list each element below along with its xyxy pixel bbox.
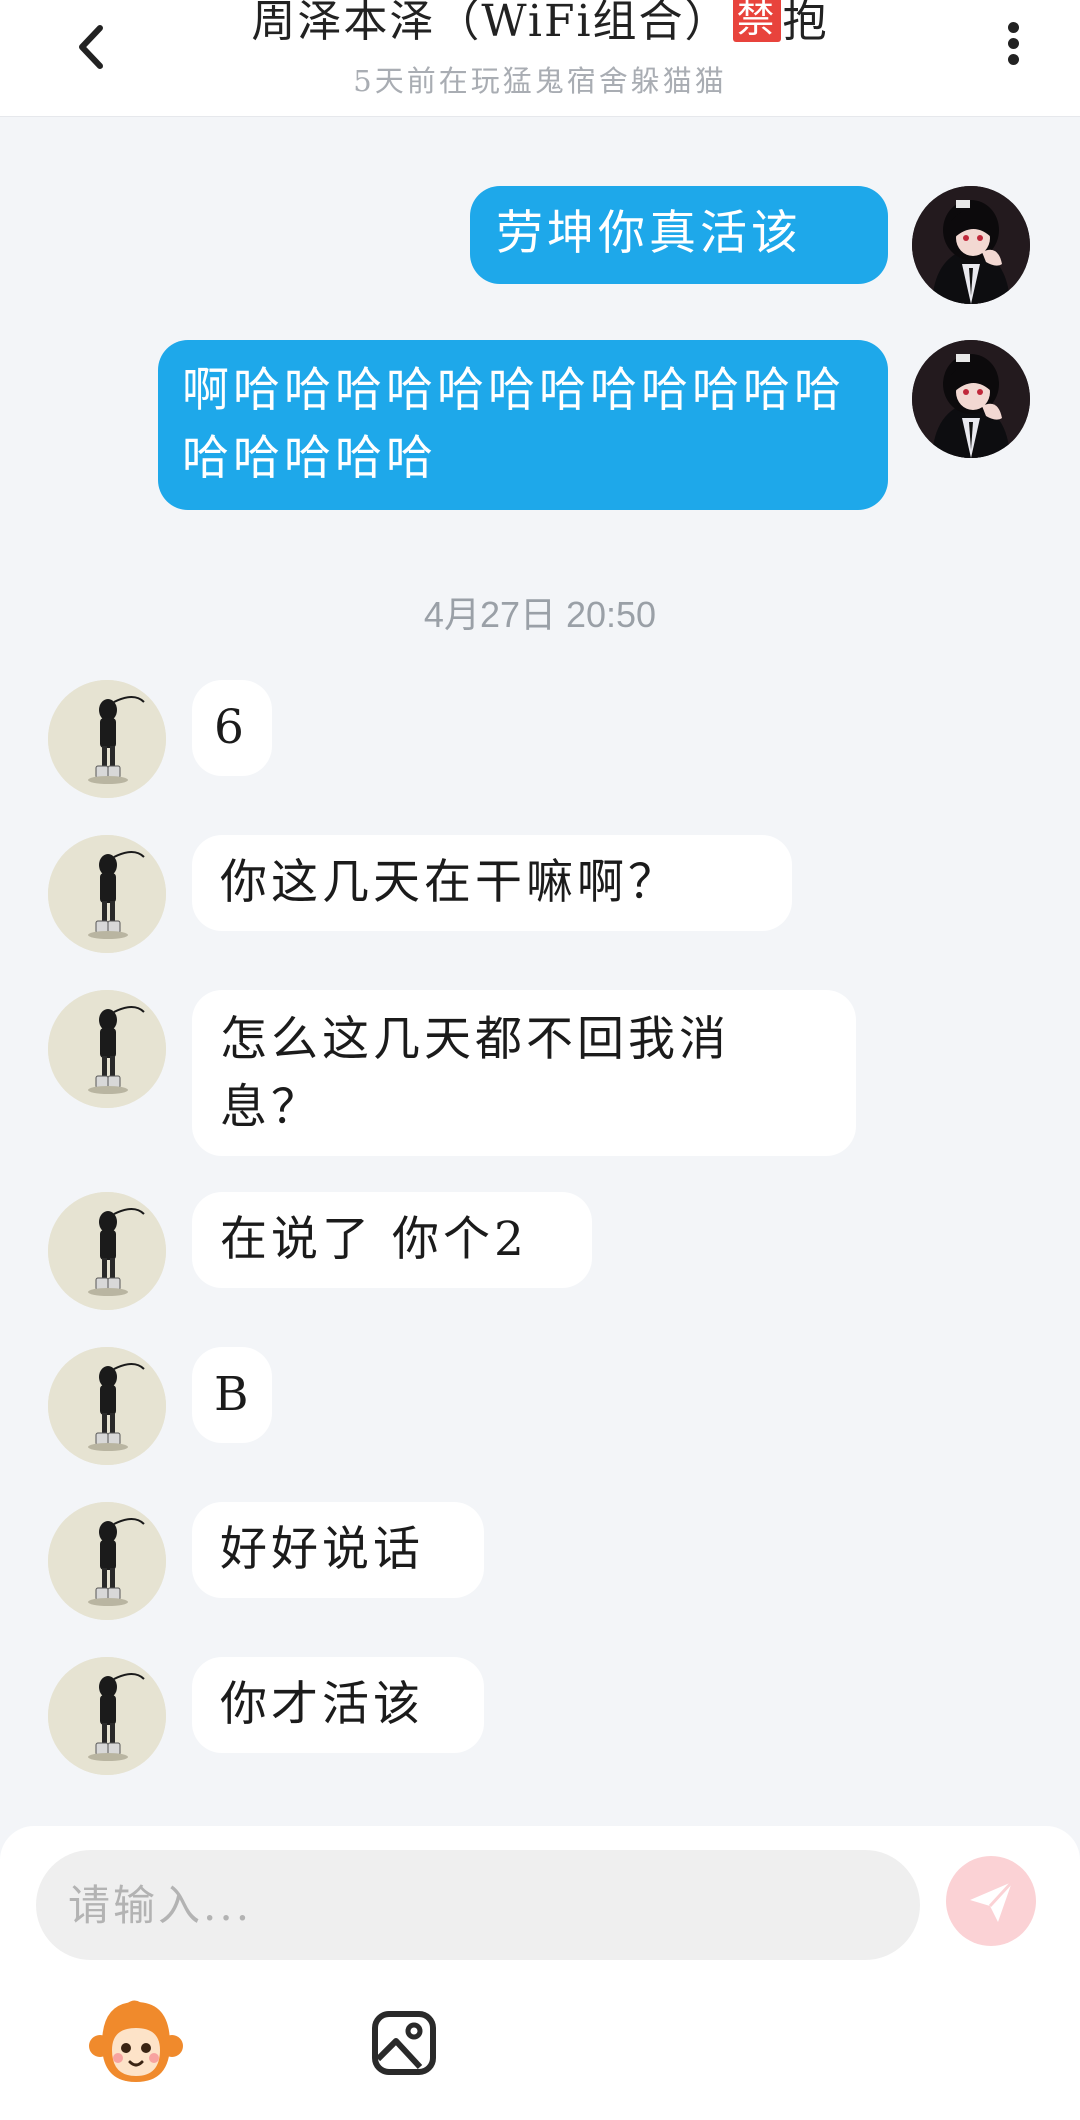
avatar-image [48, 1347, 166, 1465]
dot [1007, 38, 1019, 49]
dot [1007, 54, 1019, 65]
message-input[interactable] [36, 1850, 920, 1960]
avatar-image [48, 835, 166, 953]
my-avatar[interactable] [912, 340, 1030, 458]
message-bubble[interactable]: 劳坤你真活该 [470, 186, 888, 284]
message-bubble[interactable]: 6 [192, 680, 272, 776]
contact-avatar[interactable] [48, 1657, 166, 1775]
contact-avatar[interactable] [48, 1347, 166, 1465]
message-bubble[interactable]: 好好说话 [192, 1502, 484, 1598]
avatar-image [48, 1502, 166, 1620]
send-button[interactable] [946, 1856, 1036, 1946]
image-button[interactable] [370, 2009, 438, 2077]
chat-title: 周泽本泽（WiFi组合）禁抱 [0, 0, 1080, 50]
contact-avatar[interactable] [48, 680, 166, 798]
avatar-image [912, 340, 1030, 458]
my-avatar[interactable] [912, 186, 1030, 304]
avatar-image [48, 1657, 166, 1775]
status-subtitle: 5天前在玩猛鬼宿舍躲猫猫 [353, 64, 727, 98]
composer-panel [0, 1826, 1080, 2120]
avatar-image [48, 1192, 166, 1310]
message-timestamp: 4月27日 20:50 [423, 594, 657, 635]
image-icon [372, 2011, 436, 2075]
avatar-image [48, 680, 166, 798]
message-bubble[interactable]: 在说了 你个2 [192, 1192, 592, 1288]
paper-plane-icon [970, 1880, 1014, 1922]
contact-avatar[interactable] [48, 835, 166, 953]
contact-avatar[interactable] [48, 990, 166, 1108]
message-bubble[interactable]: B [192, 1347, 272, 1443]
vertical-dots-icon [1007, 22, 1019, 33]
monkey-face-icon [89, 2000, 183, 2082]
title-suffix: 抱 [782, 0, 829, 47]
chat-header: 周泽本泽（WiFi组合）禁抱 5天前在玩猛鬼宿舍躲猫猫 [0, 0, 1080, 117]
contact-avatar[interactable] [48, 1502, 166, 1620]
message-bubble[interactable]: 你才活该 [192, 1657, 484, 1753]
emoji-button[interactable] [88, 1996, 184, 2086]
message-bubble[interactable]: 啊哈哈哈哈哈哈哈哈哈哈哈哈哈哈哈哈哈 [158, 340, 888, 510]
ban-badge: 禁 [732, 0, 781, 42]
title-name: 周泽本泽（WiFi组合） [251, 0, 731, 47]
avatar-image [48, 990, 166, 1108]
message-bubble[interactable]: 怎么这几天都不回我消息？ [192, 990, 856, 1156]
avatar-image [912, 186, 1030, 304]
contact-avatar[interactable] [48, 1192, 166, 1310]
message-bubble[interactable]: 你这几天在干嘛啊？ [192, 835, 792, 931]
more-options-button[interactable] [995, 18, 1031, 72]
